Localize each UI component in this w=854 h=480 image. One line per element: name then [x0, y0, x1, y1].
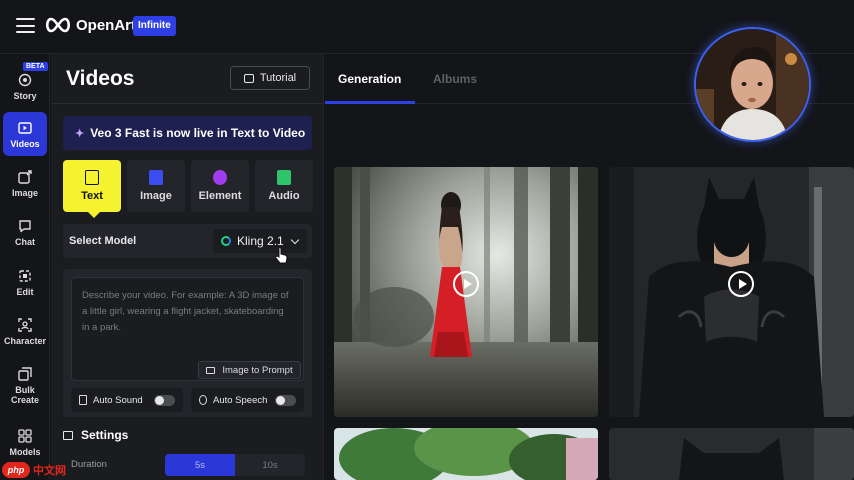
auto-sound-label: Auto Sound [93, 394, 143, 406]
sidebar-item-label: Edit [16, 286, 34, 297]
image-icon [206, 366, 216, 374]
chat-icon [17, 218, 33, 234]
announcement-banner[interactable]: ✦ Veo 3 Fast is now live in Text to Vide… [63, 116, 312, 150]
file-audio-icon [79, 395, 87, 405]
brand-name: OpenArt [76, 16, 136, 34]
sparkle-icon: ✦ [75, 127, 85, 140]
prompt-section: Describe your video. For example: A 3D i… [63, 269, 312, 417]
video-thumbnail-batman-close[interactable] [609, 428, 854, 480]
settings-label: Settings [81, 428, 129, 442]
tab-text[interactable]: Text [63, 160, 121, 212]
sidebar-item-image[interactable]: Image [3, 161, 47, 205]
sidebar-item-bulk-create[interactable]: Bulk Create [3, 360, 47, 410]
hamburger-menu-icon[interactable] [16, 18, 35, 33]
tutorial-play-icon [243, 73, 254, 83]
sidebar-item-character[interactable]: Character [3, 309, 47, 353]
video-thumbnail-forest[interactable] [334, 167, 598, 417]
tab-generation[interactable]: Generation [338, 72, 401, 86]
active-tab-indicator [88, 212, 100, 218]
element-icon [213, 170, 227, 185]
site-watermark: php 中文网 [2, 462, 66, 478]
settings-header[interactable]: Settings [63, 428, 128, 442]
auto-speech-toggle[interactable] [275, 395, 296, 406]
duration-selector: 5s 10s [165, 454, 305, 476]
php-logo: php [2, 462, 30, 478]
auto-sound-toggle[interactable] [154, 395, 175, 406]
openart-logo[interactable]: OpenArt [44, 16, 136, 34]
sidebar-item-models[interactable]: Models [3, 420, 47, 464]
trees-image [334, 428, 598, 480]
sidebar-item-label: Bulk Create [10, 384, 39, 405]
duration-option-10s[interactable]: 10s [235, 454, 305, 476]
image-icon [149, 170, 163, 185]
model-dropdown[interactable]: Kling 2.1 [213, 229, 307, 253]
sidebar-item-videos[interactable]: Videos [3, 112, 47, 156]
auto-speech-label: Auto Speech [213, 394, 268, 406]
sidebar-item-label: Character [3, 335, 47, 346]
play-icon[interactable] [728, 271, 754, 297]
batman-close-image [609, 428, 854, 480]
mode-tabs: Text Image Element Audio [63, 160, 313, 212]
presenter-webcam [694, 27, 811, 142]
tab-label: Element [198, 190, 242, 202]
image-edit-icon [17, 169, 33, 185]
tab-label: Image [140, 190, 172, 202]
watermark-text: 中文网 [33, 465, 66, 477]
video-thumbnail-trees[interactable] [334, 428, 598, 480]
sidebar-item-edit[interactable]: Edit [3, 260, 47, 304]
video-thumbnail-batman[interactable] [609, 167, 854, 417]
play-icon[interactable] [453, 271, 479, 297]
infinity-logo-icon [45, 17, 71, 33]
prompt-placeholder: Describe your video. For example: A 3D i… [82, 290, 289, 333]
image-to-prompt-label: Image to Prompt [222, 364, 293, 376]
sidebar-item-label: Image [11, 187, 38, 198]
tab-label: Text [81, 190, 103, 202]
auto-sound-row: Auto Sound [71, 388, 183, 412]
announcement-text: Veo 3 Fast is now live in Text to Video [90, 126, 306, 140]
page-title: Videos [66, 67, 135, 90]
character-icon [17, 317, 33, 333]
text-document-icon [85, 170, 99, 185]
audio-icon [277, 170, 291, 185]
video-icon [17, 120, 33, 136]
kling-logo-icon [221, 236, 231, 246]
duration-label: Duration [71, 459, 107, 470]
sidebar-item-chat[interactable]: Chat [3, 210, 47, 254]
sidebar-item-label: Story [13, 90, 37, 101]
panel-header: Videos Tutorial [51, 54, 324, 104]
tutorial-label: Tutorial [259, 72, 297, 84]
settings-icon [63, 430, 73, 440]
story-icon [17, 72, 33, 88]
auto-speech-row: Auto Speech [191, 388, 304, 412]
tab-label: Audio [268, 190, 300, 202]
sidebar-item-label: Chat [15, 236, 35, 247]
chevron-down-icon [290, 235, 299, 244]
tab-image[interactable]: Image [127, 160, 185, 212]
video-settings-panel: Videos Tutorial ✦ Veo 3 Fast is now live… [51, 54, 324, 480]
models-icon [17, 428, 33, 444]
tab-audio[interactable]: Audio [255, 160, 313, 212]
sidebar-item-label: Models [9, 446, 41, 457]
select-model-label: Select Model [69, 235, 137, 247]
icon-sidebar: Story Videos Image Chat Edit Character B… [0, 54, 50, 480]
tutorial-button[interactable]: Tutorial [230, 66, 310, 90]
hand-cursor-icon [275, 246, 288, 264]
presenter-face-image [696, 29, 809, 140]
sidebar-item-label: Videos [10, 138, 40, 149]
plan-badge: Infinite [133, 16, 176, 36]
beta-badge: BETA [23, 62, 48, 71]
tab-element[interactable]: Element [191, 160, 249, 212]
speech-icon [199, 395, 207, 405]
tab-albums[interactable]: Albums [433, 72, 477, 86]
edit-icon [17, 268, 33, 284]
bulk-create-icon [17, 366, 33, 382]
active-tab-underline [325, 101, 415, 104]
duration-option-5s[interactable]: 5s [165, 454, 235, 476]
image-to-prompt-button[interactable]: Image to Prompt [198, 361, 301, 379]
